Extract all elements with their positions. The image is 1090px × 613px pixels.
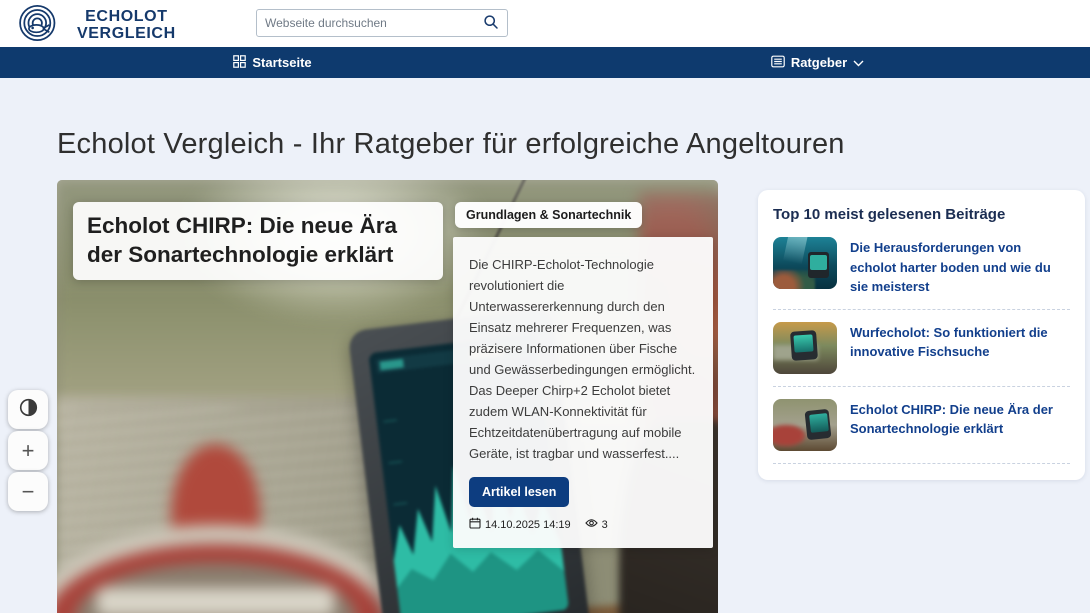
category-badge: Grundlagen & Sonartechnik (455, 202, 642, 228)
accessibility-toolbar: + − (8, 390, 48, 511)
article-thumbnail[interactable] (773, 399, 837, 451)
divider (773, 463, 1070, 464)
publish-date: 14.10.2025 14:19 (469, 517, 571, 532)
article-link[interactable]: Die Herausforderungen von echolot harter… (850, 237, 1070, 297)
widget-title: Top 10 meist gelesenen Beiträge (773, 206, 1070, 223)
site-search (256, 9, 508, 37)
article-link[interactable]: Echolot CHIRP: Die neue Ära der Sonartec… (850, 399, 1070, 439)
list-item[interactable]: Die Herausforderungen von echolot harter… (773, 237, 1070, 297)
list-item[interactable]: Echolot CHIRP: Die neue Ära der Sonartec… (773, 399, 1070, 451)
hero-excerpt-text: Die CHIRP-Echolot-Technologie revolution… (469, 254, 697, 464)
article-link[interactable]: Wurfecholot: So funktioniert die innovat… (850, 322, 1070, 362)
contrast-toggle-button[interactable] (8, 390, 48, 429)
main-navbar: Startseite Ratgeber (0, 47, 1090, 78)
chevron-down-icon (853, 55, 864, 70)
list-item[interactable]: Wurfecholot: So funktioniert die innovat… (773, 322, 1070, 374)
read-article-button[interactable]: Artikel lesen (469, 477, 569, 507)
hero-excerpt-panel: Die CHIRP-Echolot-Technologie revolution… (453, 237, 713, 548)
brand-name: ECHOLOT VERGLEICH (77, 9, 176, 43)
grid-icon (233, 55, 246, 71)
featured-article-card: Echolot CHIRP: Die neue Ära der Sonartec… (57, 180, 718, 613)
search-input[interactable] (257, 16, 483, 30)
divider (773, 386, 1070, 387)
article-thumbnail[interactable] (773, 237, 837, 289)
search-icon (483, 14, 499, 33)
article-thumbnail[interactable] (773, 322, 837, 374)
calendar-icon (469, 517, 481, 532)
article-icon (771, 55, 785, 71)
nav-item-label: Ratgeber (791, 55, 847, 70)
site-header: ECHOLOT VERGLEICH (0, 0, 1090, 47)
eye-icon (585, 518, 598, 531)
nav-item-startseite[interactable]: Startseite (233, 55, 311, 71)
hero-meta-row: 14.10.2025 14:19 3 (469, 517, 608, 532)
sonar-fish-logo-icon (15, 3, 67, 48)
view-count: 3 (585, 518, 608, 531)
contrast-icon (19, 397, 38, 423)
page-title: Echolot Vergleich - Ihr Ratgeber für erf… (57, 128, 845, 161)
zoom-out-button[interactable]: − (8, 472, 48, 511)
site-logo[interactable]: ECHOLOT VERGLEICH (15, 3, 176, 48)
boat-photo-element (57, 444, 401, 613)
divider (773, 309, 1070, 310)
nav-item-ratgeber[interactable]: Ratgeber (771, 55, 864, 71)
top-articles-widget: Top 10 meist gelesenen Beiträge Die Hera… (758, 190, 1085, 480)
nav-item-label: Startseite (252, 55, 311, 70)
hero-article-title[interactable]: Echolot CHIRP: Die neue Ära der Sonartec… (73, 202, 443, 280)
zoom-in-button[interactable]: + (8, 431, 48, 470)
search-button[interactable] (483, 14, 507, 33)
